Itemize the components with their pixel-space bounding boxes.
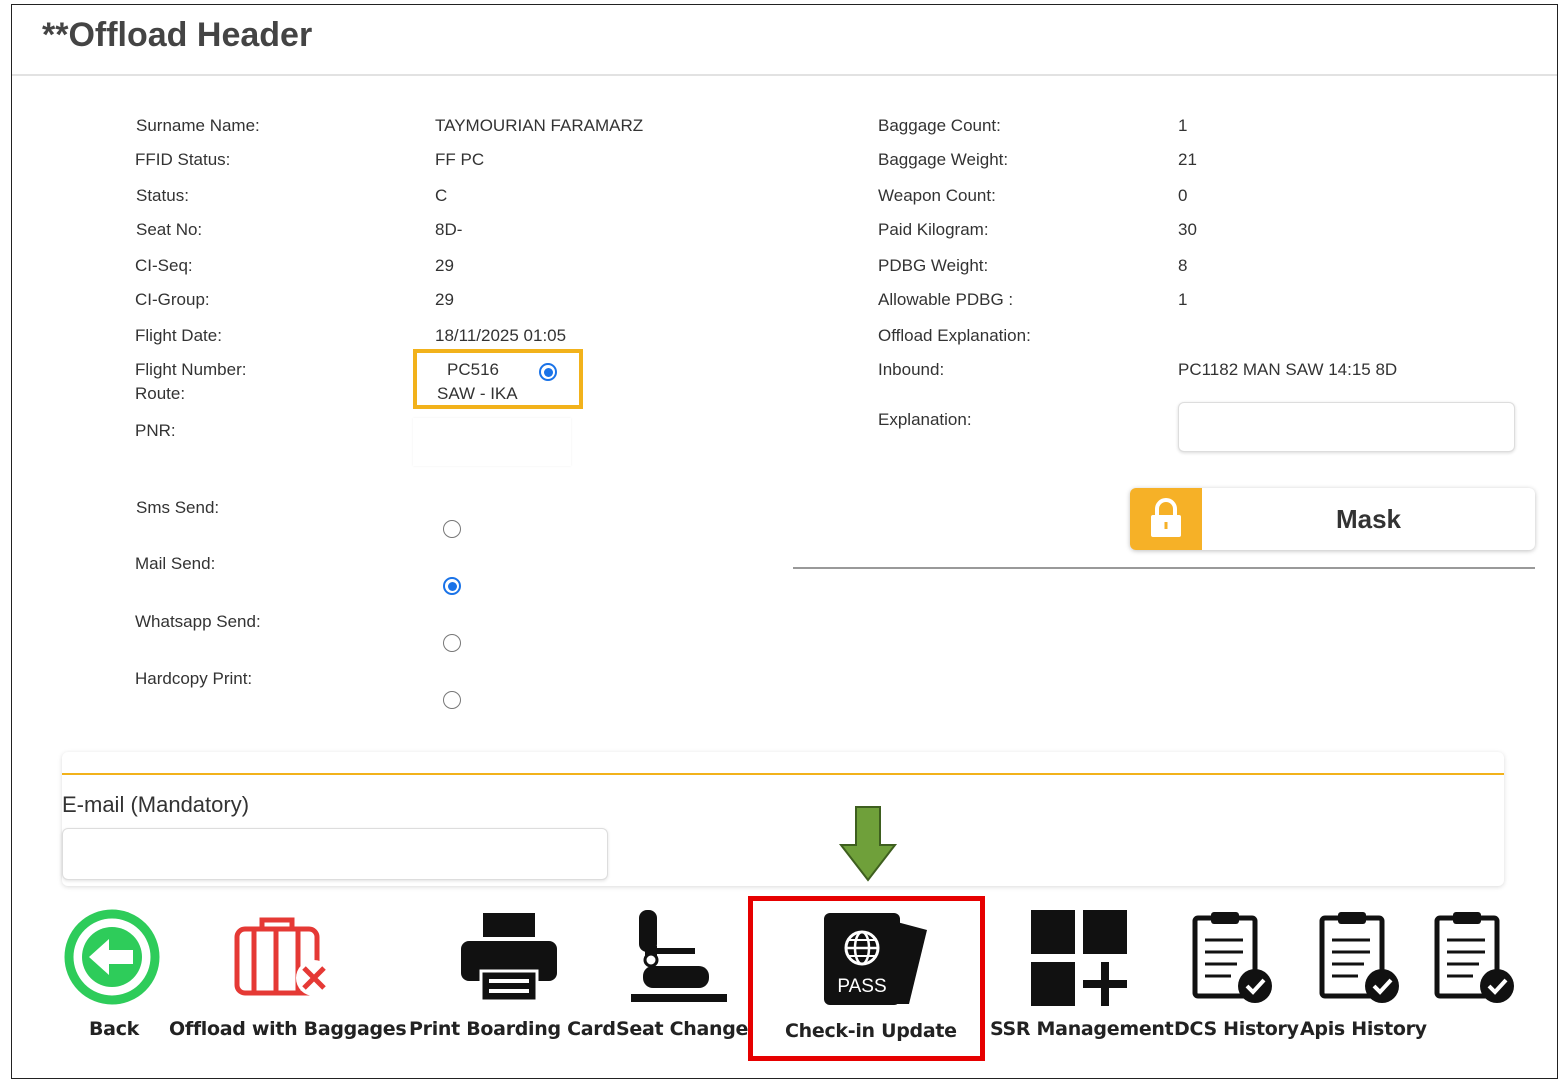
route-label: Route: <box>135 384 186 403</box>
whatsapp-send-radio[interactable] <box>443 634 461 652</box>
mask-divider <box>793 567 1535 569</box>
status-value: C <box>435 186 448 205</box>
ci-seq-label: CI-Seq: <box>135 256 193 275</box>
lock-icon <box>1130 488 1202 550</box>
surname-value: TAYMOURIAN FARAMARZ <box>435 116 644 135</box>
email-input[interactable] <box>62 828 608 880</box>
email-label: E-mail (Mandatory) <box>62 792 250 817</box>
explanation-label: Explanation: <box>878 410 972 429</box>
ci-group-label: CI-Group: <box>135 290 210 309</box>
flight-date-value: 18/11/2025 01:05 <box>435 326 567 345</box>
baggage-count-value: 1 <box>1178 116 1188 135</box>
print-boarding-card-button[interactable] <box>459 911 559 1008</box>
flight-number-label: Flight Number: <box>135 360 247 379</box>
history-button[interactable] <box>1433 908 1517 1009</box>
baggage-count-label: Baggage Count: <box>878 116 1001 135</box>
print-boarding-card-label[interactable]: Print Boarding Card <box>409 1018 616 1040</box>
seat-no-label: Seat No: <box>136 220 203 239</box>
offload-baggage-icon <box>234 917 332 996</box>
hardcopy-print-radio[interactable] <box>443 691 461 709</box>
status-label: Status: <box>136 186 189 205</box>
ssr-management-button[interactable] <box>1030 909 1130 1012</box>
explanation-input[interactable] <box>1178 402 1515 452</box>
apis-history-label[interactable]: Apis History <box>1300 1018 1427 1040</box>
ffid-status-label: FFID Status: <box>135 150 231 169</box>
seat-change-label[interactable]: Seat Change <box>616 1018 748 1040</box>
dcs-history-label[interactable]: DCS History <box>1174 1018 1299 1040</box>
email-card-accent <box>62 773 1504 775</box>
apis-history-button[interactable] <box>1318 908 1402 1009</box>
flight-number-value: PC516 <box>447 360 499 379</box>
printer-icon <box>461 913 557 1003</box>
allowable-pdbg-value: 1 <box>1178 290 1188 309</box>
passport-icon-text: PASS <box>837 976 886 997</box>
back-label[interactable]: Back <box>89 1018 139 1040</box>
weapon-count-label: Weapon Count: <box>878 186 996 205</box>
hardcopy-print-label: Hardcopy Print: <box>135 669 253 688</box>
ci-group-value: 29 <box>435 290 454 309</box>
check-in-update-label[interactable]: Check-in Update <box>785 1020 957 1042</box>
mail-send-radio[interactable] <box>443 577 461 595</box>
mask-button[interactable]: Mask <box>1130 488 1535 550</box>
pdbg-weight-value: 8 <box>1178 256 1188 275</box>
ssr-grid-icon <box>1031 910 1127 1006</box>
mask-button-label: Mask <box>1335 504 1402 534</box>
passport-icon: PASS <box>824 913 927 1005</box>
inbound-value: PC1182 MAN SAW 14:15 8D <box>1178 360 1398 379</box>
page-title: **Offload Header <box>42 16 313 54</box>
pnr-value <box>413 418 571 466</box>
check-in-update-button[interactable]: PASS <box>823 912 933 1011</box>
ci-seq-value: 29 <box>435 256 454 275</box>
offload-explanation-label: Offload Explanation: <box>878 326 1031 345</box>
inbound-label: Inbound: <box>878 360 945 379</box>
title-divider <box>12 74 1557 76</box>
allowable-pdbg-label: Allowable PDBG : <box>878 290 1014 309</box>
offload-with-baggages-label[interactable]: Offload with Baggages <box>169 1018 407 1040</box>
checklist-icon <box>1319 912 1399 1003</box>
back-arrow-icon <box>64 909 160 1005</box>
ffid-status-value: FF PC <box>435 150 485 169</box>
flight-radio[interactable] <box>539 363 557 381</box>
ssr-management-label[interactable]: SSR Management <box>990 1018 1174 1040</box>
baggage-weight-value: 21 <box>1178 150 1197 169</box>
seat-no-value: 8D- <box>435 220 463 239</box>
down-arrow-icon <box>838 805 898 888</box>
pnr-label: PNR: <box>135 421 176 440</box>
offload-with-baggages-button[interactable] <box>232 915 336 1006</box>
paid-kilogram-label: Paid Kilogram: <box>878 220 989 239</box>
whatsapp-send-label: Whatsapp Send: <box>135 612 261 631</box>
sms-send-radio[interactable] <box>443 520 461 538</box>
baggage-weight-label: Baggage Weight: <box>878 150 1009 169</box>
pdbg-weight-label: PDBG Weight: <box>878 256 989 275</box>
surname-label: Surname Name: <box>136 116 260 135</box>
email-card: E-mail (Mandatory) <box>62 752 1504 886</box>
weapon-count-value: 0 <box>1178 186 1188 205</box>
checklist-icon <box>1192 912 1272 1003</box>
dcs-history-button[interactable] <box>1191 908 1275 1009</box>
seat-change-button[interactable] <box>629 908 729 1011</box>
flight-date-label: Flight Date: <box>135 326 222 345</box>
mail-send-label: Mail Send: <box>135 554 216 573</box>
checklist-icon <box>1434 912 1514 1003</box>
back-button[interactable] <box>63 908 161 1011</box>
route-value: SAW - IKA <box>437 384 518 403</box>
sms-send-label: Sms Send: <box>136 498 220 517</box>
paid-kilogram-value: 30 <box>1178 220 1197 239</box>
seat-icon <box>631 910 727 1002</box>
